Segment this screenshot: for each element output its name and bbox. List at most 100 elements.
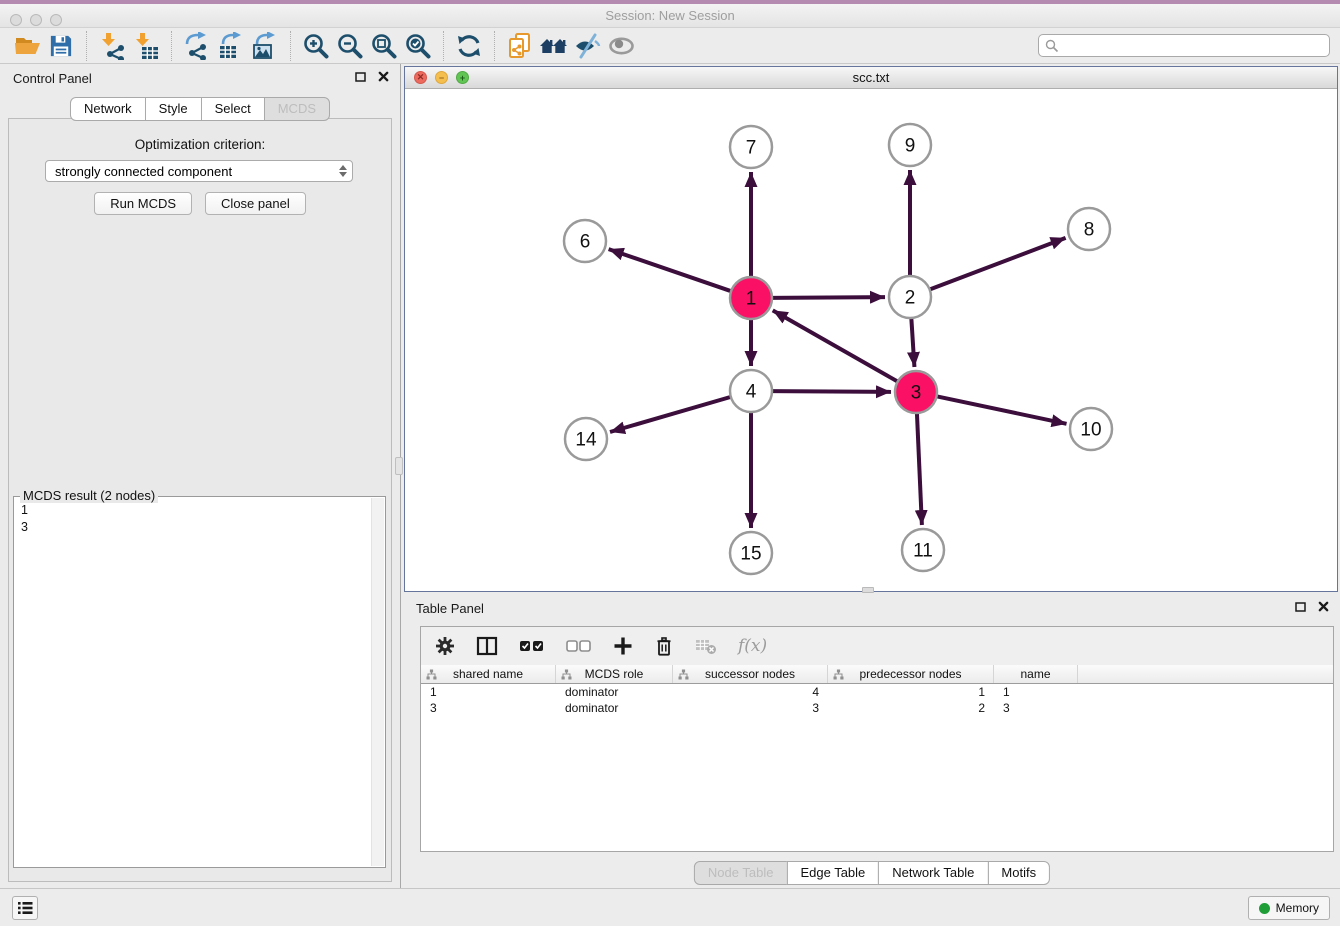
- close-window-button[interactable]: [10, 14, 22, 26]
- add-column-plus-icon[interactable]: [613, 636, 633, 656]
- close-panel-icon[interactable]: [377, 70, 390, 83]
- graph-node-label-2: 2: [905, 288, 916, 309]
- tab-select[interactable]: Select: [201, 97, 265, 121]
- graph-node-label-6: 6: [580, 232, 591, 253]
- graph-edge-4-3[interactable]: [772, 391, 891, 392]
- import-table-icon[interactable]: [129, 30, 163, 62]
- import-network-icon[interactable]: [95, 30, 129, 62]
- delete-trash-icon[interactable]: [654, 636, 674, 657]
- network-canvas[interactable]: 1234678910111415: [405, 89, 1337, 591]
- minimize-window-button[interactable]: [30, 14, 42, 26]
- duplicate-network-icon[interactable]: [503, 30, 537, 62]
- toolbar-separator: [171, 31, 172, 61]
- table-settings-gear-icon[interactable]: [435, 636, 455, 656]
- network-window-titlebar[interactable]: ✕ − + scc.txt: [405, 67, 1337, 89]
- network-graph[interactable]: 1234678910111415: [405, 89, 1337, 591]
- float-panel-icon[interactable]: [354, 70, 367, 83]
- split-view-icon[interactable]: [476, 636, 498, 656]
- run-mcds-button[interactable]: Run MCDS: [94, 192, 192, 215]
- window-controls[interactable]: [10, 14, 62, 26]
- zoom-out-icon[interactable]: [333, 30, 367, 62]
- criterion-value: strongly connected component: [55, 164, 232, 179]
- criterion-dropdown[interactable]: strongly connected component: [45, 160, 353, 182]
- graph-edge-3-1[interactable]: [773, 310, 898, 381]
- zoom-fit-icon[interactable]: [367, 30, 401, 62]
- graph-node-label-4: 4: [746, 382, 757, 403]
- graph-node-label-8: 8: [1084, 220, 1095, 241]
- export-table-icon[interactable]: [214, 30, 248, 62]
- graph-edge-3-10[interactable]: [937, 396, 1067, 423]
- graph-node-label-9: 9: [905, 136, 916, 157]
- cell-successor-nodes[interactable]: 4: [673, 684, 828, 700]
- deselect-all-checkboxes-icon[interactable]: [566, 639, 592, 653]
- graph-node-label-7: 7: [746, 138, 757, 159]
- network-close-icon[interactable]: ✕: [414, 71, 427, 84]
- export-image-icon[interactable]: [248, 30, 282, 62]
- cell-shared-name[interactable]: 1: [421, 684, 556, 700]
- float-table-panel-icon[interactable]: [1294, 600, 1307, 613]
- graph-edge-1-6[interactable]: [609, 249, 731, 291]
- zoom-in-icon[interactable]: [299, 30, 333, 62]
- graph-edge-3-11[interactable]: [917, 413, 922, 525]
- memory-label: Memory: [1276, 901, 1319, 915]
- first-neighbors-icon[interactable]: [537, 30, 571, 62]
- zoom-selected-icon[interactable]: [401, 30, 435, 62]
- cell-shared-name[interactable]: 3: [421, 700, 556, 716]
- graph-edge-2-8[interactable]: [930, 238, 1066, 290]
- maximize-window-button[interactable]: [50, 14, 62, 26]
- table-panel: Table Panel: [404, 596, 1340, 888]
- table-header-row: shared nameMCDS rolesuccessor nodesprede…: [421, 665, 1333, 684]
- mcds-result-title: MCDS result (2 nodes): [20, 488, 158, 503]
- graph-edge-4-14[interactable]: [610, 397, 731, 432]
- mcds-result-line: 3: [21, 519, 385, 536]
- graph-edge-1-2[interactable]: [772, 297, 885, 298]
- cell-MCDS-role[interactable]: dominator: [556, 684, 673, 700]
- network-maximize-icon[interactable]: +: [456, 71, 469, 84]
- tab-network[interactable]: Network: [70, 97, 146, 121]
- task-history-button[interactable]: [12, 896, 38, 920]
- result-scrollbar[interactable]: [371, 498, 384, 866]
- table-row[interactable]: 3dominator323: [421, 700, 1333, 716]
- graph-node-label-14: 14: [575, 430, 597, 451]
- sort-column-icon: [833, 669, 844, 680]
- mcds-result-box: MCDS result (2 nodes) 13: [13, 496, 386, 868]
- cell-successor-nodes[interactable]: 3: [673, 700, 828, 716]
- sort-column-icon: [561, 669, 572, 680]
- search-field[interactable]: [1038, 34, 1330, 57]
- column-header-name[interactable]: name: [994, 665, 1078, 683]
- cell-name[interactable]: 3: [994, 700, 1078, 716]
- graph-node-label-3: 3: [911, 383, 922, 404]
- graph-edge-2-3[interactable]: [911, 318, 914, 367]
- column-header-predecessor-nodes[interactable]: predecessor nodes: [828, 665, 994, 683]
- select-all-checkboxes-icon[interactable]: [519, 639, 545, 653]
- search-input[interactable]: [1059, 36, 1329, 55]
- tab-edge-table[interactable]: Edge Table: [786, 861, 879, 885]
- column-header-successor-nodes[interactable]: successor nodes: [673, 665, 828, 683]
- cell-predecessor-nodes[interactable]: 1: [828, 684, 994, 700]
- table-divider-handle[interactable]: [862, 587, 874, 593]
- close-panel-button[interactable]: Close panel: [205, 192, 306, 215]
- tab-node-table[interactable]: Node Table: [694, 861, 788, 885]
- table-row[interactable]: 1dominator411: [421, 684, 1333, 700]
- tab-style[interactable]: Style: [145, 97, 202, 121]
- memory-button[interactable]: Memory: [1248, 896, 1330, 920]
- cell-MCDS-role[interactable]: dominator: [556, 700, 673, 716]
- refresh-layout-icon[interactable]: [452, 30, 486, 62]
- panel-divider-handle[interactable]: [395, 457, 403, 475]
- show-all-eye-icon[interactable]: [605, 30, 639, 62]
- tab-mcds[interactable]: MCDS: [264, 97, 330, 121]
- save-session-icon[interactable]: [44, 30, 78, 62]
- network-minimize-icon[interactable]: −: [435, 71, 448, 84]
- table-toolbar: f(x): [421, 627, 1333, 665]
- export-network-icon[interactable]: [180, 30, 214, 62]
- tab-network-table[interactable]: Network Table: [878, 861, 988, 885]
- close-table-panel-icon[interactable]: [1317, 600, 1330, 613]
- open-session-icon[interactable]: [10, 30, 44, 62]
- hide-selected-eye-icon[interactable]: [571, 30, 605, 62]
- cell-predecessor-nodes[interactable]: 2: [828, 700, 994, 716]
- column-header-MCDS-role[interactable]: MCDS role: [556, 665, 673, 683]
- network-view-window: ✕ − + scc.txt 1234678910111415: [404, 66, 1338, 592]
- cell-name[interactable]: 1: [994, 684, 1078, 700]
- column-header-shared-name[interactable]: shared name: [421, 665, 556, 683]
- tab-motifs[interactable]: Motifs: [987, 861, 1050, 885]
